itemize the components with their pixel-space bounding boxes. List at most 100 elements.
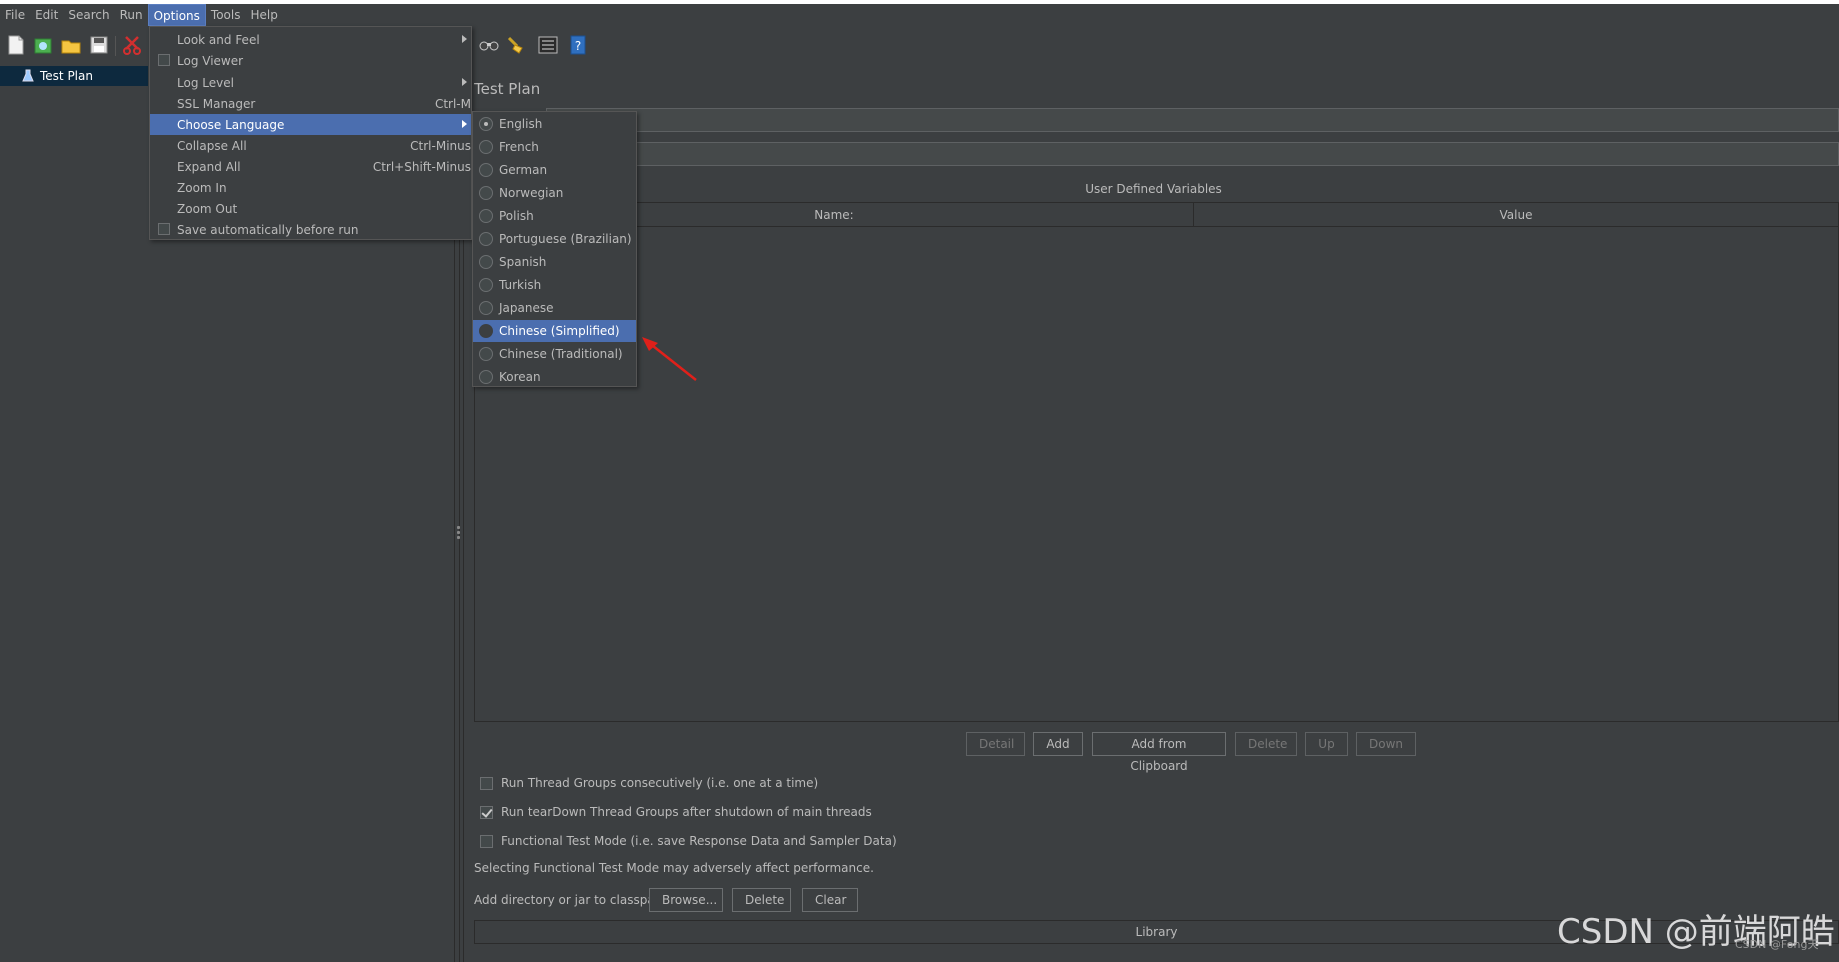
- option-functional-mode[interactable]: Functional Test Mode (i.e. save Response…: [480, 834, 897, 848]
- submenu-arrow-icon: [462, 78, 467, 86]
- radio[interactable]: [479, 209, 493, 223]
- browse-button[interactable]: Browse...: [649, 888, 723, 912]
- language-label: Norwegian: [499, 186, 564, 200]
- menu-item-ssl-manager[interactable]: SSL Manager Ctrl-M: [150, 93, 471, 114]
- menu-search[interactable]: Search: [63, 4, 114, 26]
- menu-item-label: Log Level: [177, 75, 234, 90]
- open-icon[interactable]: [60, 34, 82, 56]
- functional-note: Selecting Functional Test Mode may adver…: [474, 861, 874, 875]
- test-plan-panel: Test Plan User Defined Variables Name: V…: [468, 64, 1839, 962]
- menu-item-log-level[interactable]: Log Level: [150, 72, 471, 93]
- templates-icon[interactable]: [32, 34, 54, 56]
- language-chinese-simplified[interactable]: Chinese (Simplified): [473, 320, 636, 342]
- up-button[interactable]: Up: [1305, 732, 1348, 756]
- language-german[interactable]: German: [473, 159, 636, 181]
- comments-field[interactable]: [546, 142, 1839, 166]
- tree-item-test-plan[interactable]: Test Plan: [0, 66, 148, 86]
- name-field[interactable]: [546, 108, 1839, 132]
- menu-item-label: Choose Language: [177, 117, 285, 132]
- classpath-label: Add directory or jar to classpath: [474, 893, 668, 907]
- language-spanish[interactable]: Spanish: [473, 251, 636, 273]
- radio-selected[interactable]: [479, 117, 493, 131]
- radio[interactable]: [479, 347, 493, 361]
- udv-title: User Defined Variables: [1085, 182, 1222, 196]
- binoculars-icon[interactable]: [478, 34, 500, 56]
- language-english[interactable]: English: [473, 113, 636, 135]
- menu-item-log-viewer[interactable]: Log Viewer: [150, 50, 471, 71]
- menu-item-label: Zoom Out: [177, 201, 238, 216]
- menu-item-choose-language[interactable]: Choose Language: [150, 114, 471, 135]
- language-label: Japanese: [499, 301, 554, 315]
- menu-run[interactable]: Run: [115, 4, 148, 26]
- delete-classpath-button[interactable]: Delete: [732, 888, 791, 912]
- menu-item-label: Look and Feel: [177, 32, 260, 47]
- menu-item-label: SSL Manager: [177, 96, 256, 111]
- option-run-consecutively[interactable]: Run Thread Groups consecutively (i.e. on…: [480, 776, 818, 790]
- annotation-arrow-icon: [642, 337, 697, 381]
- udv-table-header: Name: Value: [475, 203, 1838, 227]
- udv-table[interactable]: Name: Value: [474, 202, 1839, 722]
- clear-button[interactable]: Clear: [802, 888, 858, 912]
- watermark-small: CSDN @Fong天: [1735, 938, 1819, 951]
- add-button[interactable]: Add: [1033, 732, 1083, 756]
- language-korean[interactable]: Korean: [473, 366, 636, 388]
- menu-file[interactable]: File: [0, 4, 30, 26]
- column-value[interactable]: Value: [1194, 203, 1838, 226]
- radio[interactable]: [479, 186, 493, 200]
- language-label: German: [499, 163, 548, 177]
- language-japanese[interactable]: Japanese: [473, 297, 636, 319]
- menu-options[interactable]: Options: [147, 4, 206, 26]
- menu-edit[interactable]: Edit: [30, 4, 63, 26]
- language-french[interactable]: French: [473, 136, 636, 158]
- checkbox[interactable]: [158, 54, 170, 66]
- cut-icon[interactable]: [121, 34, 143, 56]
- checkbox[interactable]: [480, 776, 493, 790]
- menu-item-zoom-in[interactable]: Zoom In: [150, 177, 471, 198]
- add-from-clipboard-button[interactable]: Add from Clipboard: [1092, 732, 1226, 773]
- option-label: Run tearDown Thread Groups after shutdow…: [501, 805, 872, 819]
- tree-item-label: Test Plan: [40, 69, 93, 83]
- menu-item-shortcut: Ctrl-Minus: [410, 138, 471, 153]
- menu-tools[interactable]: Tools: [206, 4, 246, 26]
- broom-icon[interactable]: [505, 34, 527, 56]
- list-icon[interactable]: [537, 34, 559, 56]
- menu-item-label: Save automatically before run: [177, 222, 359, 237]
- menu-item-look-and-feel[interactable]: Look and Feel: [150, 29, 471, 50]
- flask-icon: [22, 69, 34, 83]
- checkbox[interactable]: [480, 834, 493, 848]
- menu-item-zoom-out[interactable]: Zoom Out: [150, 198, 471, 219]
- down-button[interactable]: Down: [1356, 732, 1416, 756]
- radio[interactable]: [479, 278, 493, 292]
- panel-title: Test Plan: [474, 80, 541, 98]
- language-label: English: [499, 117, 543, 131]
- radio[interactable]: [479, 324, 493, 338]
- radio[interactable]: [479, 163, 493, 177]
- menu-item-collapse-all[interactable]: Collapse All Ctrl-Minus: [150, 135, 471, 156]
- language-norwegian[interactable]: Norwegian: [473, 182, 636, 204]
- language-polish[interactable]: Polish: [473, 205, 636, 227]
- checkbox[interactable]: [158, 223, 170, 235]
- radio[interactable]: [479, 232, 493, 246]
- save-icon[interactable]: [88, 34, 110, 56]
- new-icon[interactable]: [5, 34, 27, 56]
- language-turkish[interactable]: Turkish: [473, 274, 636, 296]
- splitter-grip: [457, 526, 461, 541]
- option-run-teardown[interactable]: Run tearDown Thread Groups after shutdow…: [480, 805, 872, 819]
- menu-item-expand-all[interactable]: Expand All Ctrl+Shift-Minus: [150, 156, 471, 177]
- radio[interactable]: [479, 255, 493, 269]
- language-portuguese-brazilian[interactable]: Portuguese (Brazilian): [473, 228, 636, 250]
- checkbox-checked[interactable]: [480, 805, 493, 819]
- radio[interactable]: [479, 370, 493, 384]
- menu-help[interactable]: Help: [245, 4, 282, 26]
- menu-item-save-automatically[interactable]: Save automatically before run: [150, 219, 471, 240]
- detail-button[interactable]: Detail: [966, 732, 1025, 756]
- language-chinese-traditional[interactable]: Chinese (Traditional): [473, 343, 636, 365]
- menubar: File Edit Search Run Options Tools Help: [0, 4, 1839, 26]
- radio[interactable]: [479, 301, 493, 315]
- language-label: Turkish: [499, 278, 542, 292]
- delete-variable-button[interactable]: Delete: [1235, 732, 1297, 756]
- jmeter-window: File Edit Search Run Options Tools Help: [0, 4, 1839, 962]
- radio[interactable]: [479, 140, 493, 154]
- language-label: Polish: [499, 209, 534, 223]
- help-icon[interactable]: ?: [567, 34, 589, 56]
